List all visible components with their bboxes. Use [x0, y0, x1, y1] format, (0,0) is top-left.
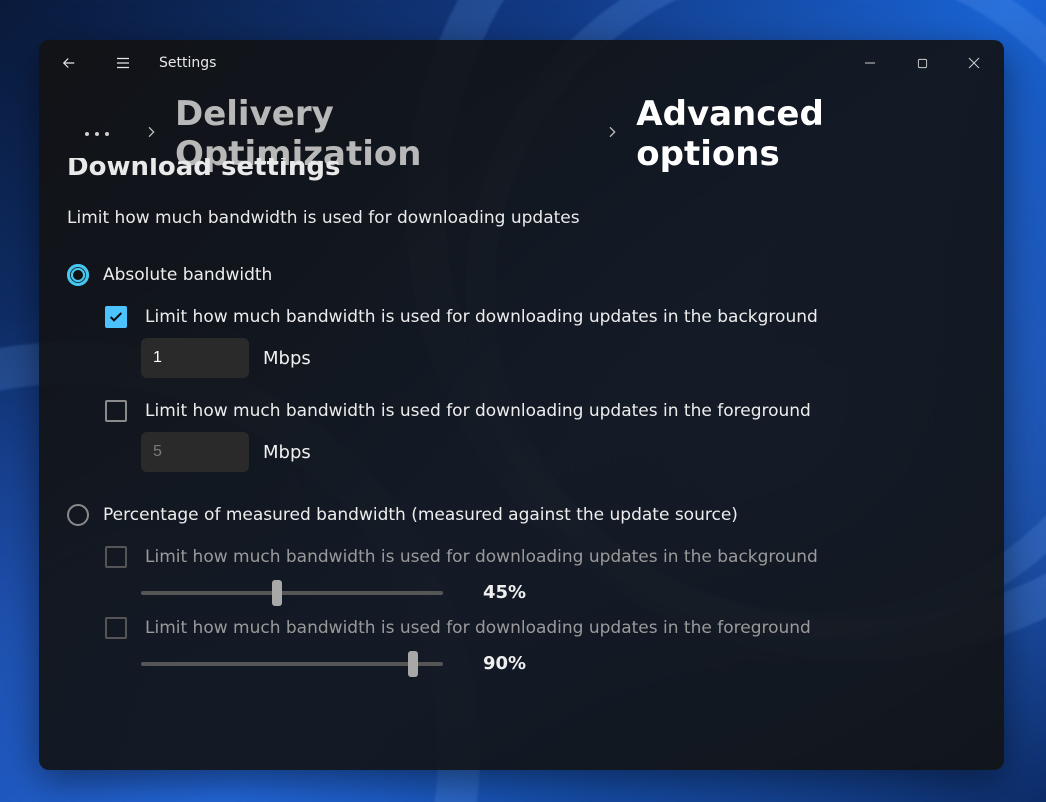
radio-percentage-bandwidth[interactable]: Percentage of measured bandwidth (measur…	[67, 504, 976, 526]
checkbox-indicator	[105, 306, 127, 328]
section-subtitle: Limit how much bandwidth is used for dow…	[67, 208, 976, 228]
checkbox-fg-limit[interactable]: Limit how much bandwidth is used for dow…	[105, 400, 976, 422]
radio-indicator	[67, 264, 89, 286]
window-title: Settings	[159, 55, 216, 71]
fg-limit-input[interactable]	[141, 432, 249, 472]
section-title: Download settings	[67, 158, 976, 182]
maximize-button[interactable]	[896, 44, 948, 82]
pct-fg-slider[interactable]	[141, 655, 443, 673]
unit-label: Mbps	[263, 348, 311, 369]
checkbox-indicator	[105, 546, 127, 568]
pct-bg-value: 45%	[483, 582, 526, 603]
radio-indicator	[67, 504, 89, 526]
bg-limit-input[interactable]	[141, 338, 249, 378]
checkbox-label: Limit how much bandwidth is used for dow…	[145, 547, 818, 567]
checkbox-pct-bg-limit[interactable]: Limit how much bandwidth is used for dow…	[105, 546, 976, 568]
fg-limit-input-row: Mbps	[141, 432, 976, 472]
checkbox-label: Limit how much bandwidth is used for dow…	[145, 618, 811, 638]
chevron-right-icon	[604, 124, 620, 144]
checkbox-label: Limit how much bandwidth is used for dow…	[145, 401, 811, 421]
bg-limit-input-row: Mbps	[141, 338, 976, 378]
hamburger-menu-icon[interactable]	[101, 43, 145, 83]
pct-bg-slider-row: 45%	[141, 582, 976, 603]
pct-fg-value: 90%	[483, 653, 526, 674]
percentage-group: Limit how much bandwidth is used for dow…	[105, 546, 976, 674]
unit-label: Mbps	[263, 442, 311, 463]
checkbox-label: Limit how much bandwidth is used for dow…	[145, 307, 818, 327]
settings-window: Settings Delivery Optimization Advanced …	[39, 40, 1004, 770]
checkbox-indicator	[105, 617, 127, 639]
chevron-right-icon	[143, 124, 159, 144]
pct-fg-slider-row: 90%	[141, 653, 976, 674]
minimize-button[interactable]	[844, 44, 896, 82]
close-button[interactable]	[948, 44, 1000, 82]
checkbox-indicator	[105, 400, 127, 422]
pct-bg-slider[interactable]	[141, 584, 443, 602]
breadcrumb-more-icon[interactable]	[67, 132, 127, 136]
back-button[interactable]	[47, 43, 91, 83]
absolute-group: Limit how much bandwidth is used for dow…	[105, 306, 976, 472]
checkbox-pct-fg-limit[interactable]: Limit how much bandwidth is used for dow…	[105, 617, 976, 639]
checkbox-bg-limit[interactable]: Limit how much bandwidth is used for dow…	[105, 306, 976, 328]
radio-absolute-bandwidth[interactable]: Absolute bandwidth	[67, 264, 976, 286]
radio-label: Absolute bandwidth	[103, 265, 272, 285]
titlebar: Settings	[39, 40, 1004, 86]
content-area: Download settings Limit how much bandwid…	[39, 158, 1004, 770]
radio-label: Percentage of measured bandwidth (measur…	[103, 505, 738, 525]
